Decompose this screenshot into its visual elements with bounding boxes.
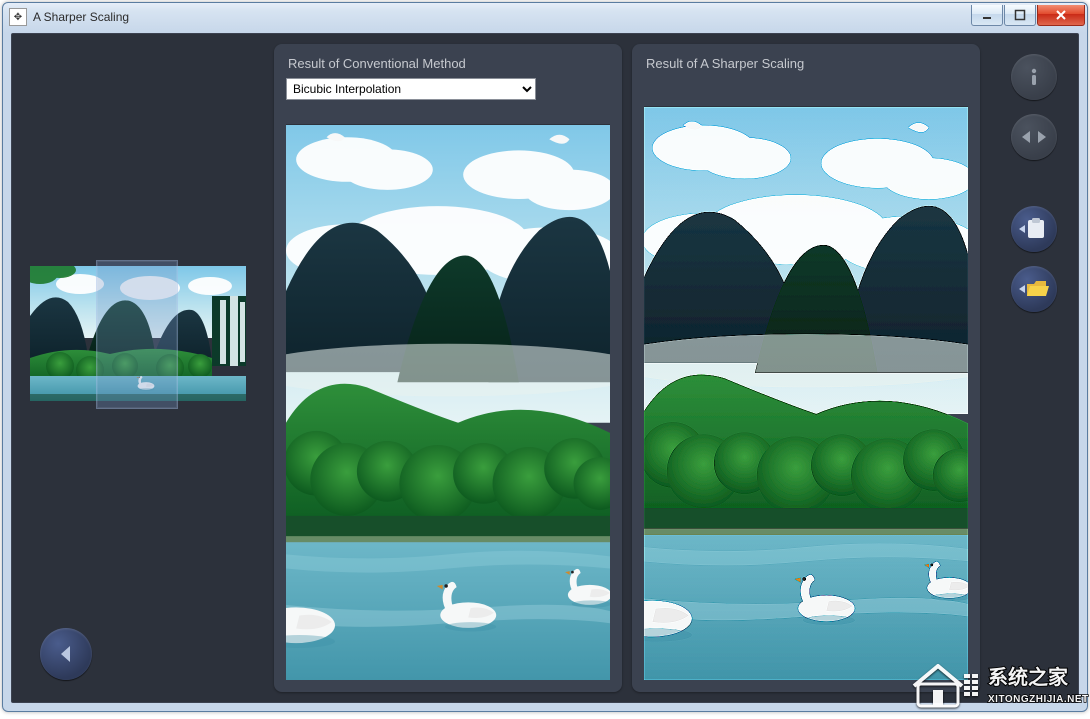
action-buttons	[1000, 54, 1068, 326]
preview-sharper[interactable]	[644, 106, 968, 680]
panel-sharper: Result of A Sharper Scaling	[632, 44, 980, 692]
minimize-button[interactable]	[971, 5, 1003, 26]
preview-conventional[interactable]	[286, 124, 610, 680]
scale-app-icon: ✥	[9, 8, 27, 26]
client-area: Result of Conventional Method Bicubic In…	[11, 33, 1079, 703]
interpolation-method-select[interactable]: Bicubic Interpolation	[286, 78, 536, 100]
crop-selection-rect[interactable]	[96, 260, 178, 409]
titlebar[interactable]: ✥ A Sharper Scaling	[3, 3, 1087, 31]
panel-sharper-title: Result of A Sharper Scaling	[646, 56, 968, 72]
copy-to-clipboard-icon	[1019, 218, 1049, 240]
panel-conventional-title: Result of Conventional Method	[288, 56, 610, 72]
compare-arrows-icon	[1021, 128, 1047, 146]
window-title: A Sharper Scaling	[33, 10, 129, 24]
maximize-button[interactable]	[1004, 5, 1036, 26]
save-to-folder-button[interactable]	[1011, 266, 1057, 312]
source-thumbnail[interactable]	[30, 266, 246, 401]
panel-conventional: Result of Conventional Method Bicubic In…	[274, 44, 622, 692]
open-folder-icon	[1019, 278, 1049, 300]
close-button[interactable]	[1037, 5, 1085, 26]
info-icon	[1023, 66, 1045, 88]
back-arrow-icon	[55, 643, 77, 665]
info-button[interactable]	[1011, 54, 1057, 100]
back-button[interactable]	[40, 628, 92, 680]
window-frame: ✥ A Sharper Scaling	[2, 2, 1088, 712]
compare-button[interactable]	[1011, 114, 1057, 160]
copy-to-clipboard-button[interactable]	[1011, 206, 1057, 252]
